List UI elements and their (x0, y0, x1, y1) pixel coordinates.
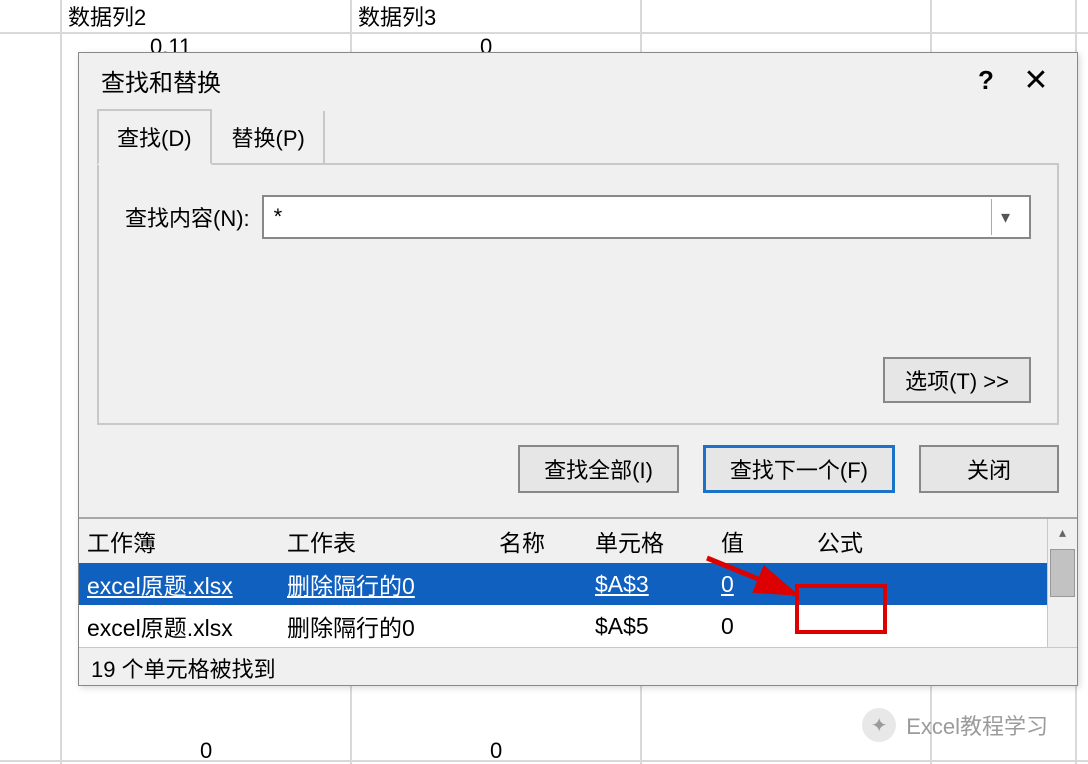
col-header-b: 数据列2 (62, 0, 146, 32)
find-replace-dialog: 查找和替换 ? ✕ 查找(D) 替换(P) 查找内容(N): * ▾ 选项(T)… (78, 52, 1078, 686)
watermark-text: Excel教程学习 (906, 709, 1048, 741)
watermark-icon: ✦ (862, 708, 896, 742)
result-worksheet: 删除隔行的0 (279, 609, 491, 643)
result-cell: $A$5 (587, 613, 713, 640)
tab-replace[interactable]: 替换(P) (214, 111, 325, 163)
tab-find[interactable]: 查找(D) (97, 109, 212, 165)
results-panel: 工作簿 工作表 名称 单元格 值 公式 excel原题.xlsx 删除隔行的0 … (79, 517, 1077, 685)
dialog-title-bar[interactable]: 查找和替换 ? ✕ (79, 53, 1077, 107)
header-workbook[interactable]: 工作簿 (79, 524, 279, 558)
find-next-button[interactable]: 查找下一个(F) (703, 445, 895, 493)
result-workbook: excel原题.xlsx (79, 609, 279, 643)
help-button[interactable]: ? (961, 60, 1011, 100)
cell-b-bottom[interactable]: 0 (200, 738, 212, 764)
results-row[interactable]: excel原题.xlsx 删除隔行的0 $A$5 0 (79, 605, 1047, 647)
options-button[interactable]: 选项(T) >> (883, 357, 1031, 403)
watermark: ✦ Excel教程学习 (862, 708, 1048, 742)
result-workbook[interactable]: excel原题.xlsx (87, 573, 233, 599)
result-worksheet[interactable]: 删除隔行的0 (287, 573, 415, 599)
close-button[interactable]: 关闭 (919, 445, 1059, 493)
col-header-c: 数据列3 (352, 0, 436, 32)
results-row[interactable]: excel原题.xlsx 删除隔行的0 $A$3 0 (79, 563, 1047, 605)
results-header: 工作簿 工作表 名称 单元格 值 公式 (79, 519, 1047, 563)
result-cell[interactable]: $A$3 (595, 571, 649, 597)
result-value[interactable]: 0 (721, 571, 734, 597)
results-scrollbar[interactable]: ▴ (1047, 519, 1077, 647)
find-panel: 查找内容(N): * ▾ 选项(T) >> (97, 165, 1059, 425)
find-content-value: * (274, 204, 283, 230)
header-formula[interactable]: 公式 (809, 524, 949, 558)
scroll-up-icon[interactable]: ▴ (1050, 519, 1075, 545)
cell-c-bottom[interactable]: 0 (490, 738, 502, 764)
find-content-input[interactable]: * ▾ (262, 195, 1031, 239)
find-content-label: 查找内容(N): (125, 201, 250, 233)
close-icon[interactable]: ✕ (1011, 60, 1061, 100)
header-worksheet[interactable]: 工作表 (279, 524, 491, 558)
result-value: 0 (713, 613, 809, 640)
dialog-title: 查找和替换 (101, 63, 961, 98)
status-bar: 19 个单元格被找到 (79, 647, 1077, 685)
chevron-down-icon[interactable]: ▾ (991, 199, 1019, 235)
header-cell[interactable]: 单元格 (587, 524, 713, 558)
dialog-buttons: 查找全部(I) 查找下一个(F) 关闭 (79, 425, 1077, 517)
scroll-thumb[interactable] (1050, 549, 1075, 597)
tabs: 查找(D) 替换(P) (97, 115, 1059, 165)
header-value[interactable]: 值 (713, 524, 809, 558)
results-table: 工作簿 工作表 名称 单元格 值 公式 excel原题.xlsx 删除隔行的0 … (79, 519, 1047, 647)
header-name[interactable]: 名称 (491, 524, 587, 558)
find-all-button[interactable]: 查找全部(I) (518, 445, 679, 493)
